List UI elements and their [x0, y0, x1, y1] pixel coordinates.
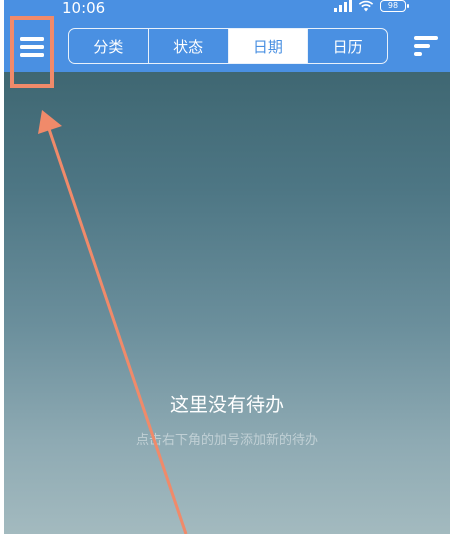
battery-icon: 98 — [380, 0, 409, 12]
tab-status[interactable]: 状态 — [149, 29, 229, 63]
top-bar: 10:06 98 分类 状态 日期 日历 — [4, 0, 450, 72]
status-icons: 98 — [334, 0, 409, 12]
status-time: 10:06 — [62, 0, 106, 17]
empty-state-title: 这里没有待办 — [169, 394, 284, 416]
wifi-icon — [358, 0, 374, 12]
view-tabs: 分类 状态 日期 日历 — [68, 28, 388, 64]
sort-icon — [414, 36, 438, 56]
cell-signal-icon — [334, 0, 352, 12]
tab-date[interactable]: 日期 — [228, 29, 309, 63]
menu-button[interactable] — [10, 16, 54, 88]
sort-button[interactable] — [412, 34, 440, 58]
empty-state-hint: 点击右下角的加号添加新的待办 — [135, 433, 318, 448]
hamburger-menu-icon — [20, 37, 44, 57]
app-screen: 10:06 98 分类 状态 日期 日历 这里没有待办 点击右下角的加号添加新的… — [4, 0, 450, 534]
tab-category[interactable]: 分类 — [69, 29, 149, 63]
todo-list-area — [4, 72, 450, 534]
tab-calendar[interactable]: 日历 — [308, 29, 387, 63]
